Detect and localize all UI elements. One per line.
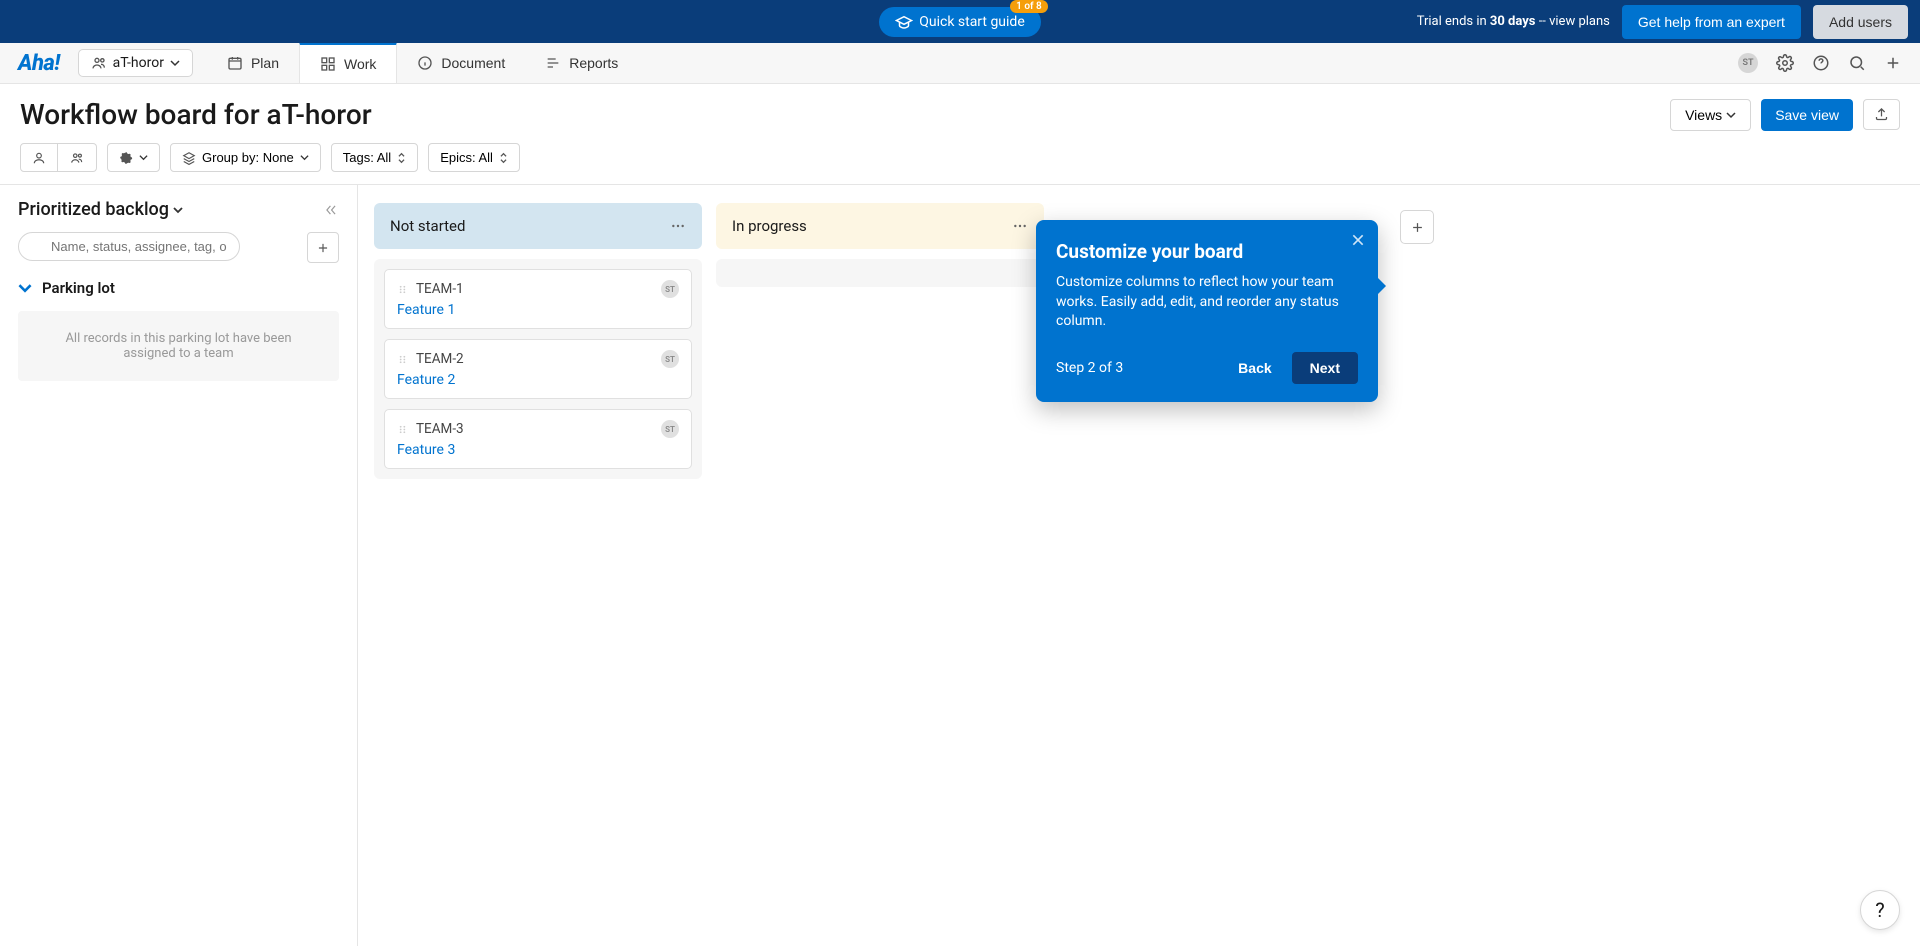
plus-icon <box>1410 220 1425 235</box>
backlog-search-input[interactable] <box>18 232 240 261</box>
close-icon[interactable] <box>1350 232 1366 248</box>
chevron-down-icon <box>173 205 183 215</box>
onboarding-popover: Customize your board Customize columns t… <box>1036 220 1378 402</box>
chevron-down-icon <box>139 153 148 162</box>
group-by-button[interactable]: Group by: None <box>170 143 321 172</box>
calendar-icon <box>227 55 243 71</box>
sort-icon <box>397 152 406 164</box>
page-title: Workflow board for aT-horor <box>20 98 372 131</box>
column-header-not-started[interactable]: Not started <box>374 203 702 249</box>
chevron-down-icon <box>170 58 180 68</box>
settings-icon[interactable] <box>1776 54 1794 72</box>
popover-title: Customize your board <box>1056 240 1358 263</box>
drag-icon <box>397 284 408 295</box>
trial-text[interactable]: Trial ends in 30 days -- view plans <box>1417 14 1610 29</box>
card-avatar: ST <box>661 420 679 438</box>
card-avatar: ST <box>661 350 679 368</box>
team-name: aT-horor <box>113 55 164 71</box>
card-team: TEAM-2 <box>416 351 464 367</box>
logo[interactable]: Aha! <box>18 51 60 76</box>
assignee-filter-button[interactable] <box>20 143 58 172</box>
quickstart-guide-button[interactable]: Quick start guide 1 of 8 <box>879 7 1041 37</box>
column-body-empty[interactable] <box>716 259 1044 287</box>
navbar: Aha! aT-horor Plan Work Document Reports… <box>0 43 1920 84</box>
people-icon <box>69 151 85 165</box>
content: Prioritized backlog Parking lot All reco… <box>0 184 1920 946</box>
top-banner: Quick start guide 1 of 8 Trial ends in 3… <box>0 0 1920 43</box>
plus-icon[interactable] <box>1884 54 1902 72</box>
quickstart-badge: 1 of 8 <box>1010 0 1048 13</box>
popover-step: Step 2 of 3 <box>1056 360 1123 376</box>
reports-icon <box>545 55 561 71</box>
gear-icon <box>119 151 133 165</box>
card-feature-link[interactable]: Feature 2 <box>397 372 455 388</box>
user-avatar[interactable]: ST <box>1738 53 1758 73</box>
people-icon <box>91 55 107 71</box>
parking-lot-empty: All records in this parking lot have bee… <box>18 311 339 381</box>
plus-icon <box>316 241 330 255</box>
add-column-button[interactable] <box>1400 210 1434 244</box>
card-team: TEAM-3 <box>416 421 464 437</box>
toolbar: Group by: None Tags: All Epics: All <box>20 143 1900 184</box>
card[interactable]: TEAM-3 ST Feature 3 <box>384 409 692 469</box>
settings-button[interactable] <box>107 143 160 172</box>
collapse-icon[interactable] <box>323 203 339 217</box>
tab-document[interactable]: Document <box>397 43 525 84</box>
board: Not started TEAM-1 ST Feature 1 <box>358 185 1920 946</box>
tab-work[interactable]: Work <box>299 42 397 83</box>
card-feature-link[interactable]: Feature 1 <box>397 302 455 318</box>
card-feature-link[interactable]: Feature 3 <box>397 442 455 458</box>
card[interactable]: TEAM-1 ST Feature 1 <box>384 269 692 329</box>
card-team: TEAM-1 <box>416 281 464 297</box>
parking-lot-header[interactable]: Parking lot <box>18 279 339 297</box>
column-menu-icon[interactable] <box>670 218 686 234</box>
graduation-cap-icon <box>895 13 913 31</box>
person-icon <box>32 151 46 165</box>
get-expert-button[interactable]: Get help from an expert <box>1622 5 1801 39</box>
next-button[interactable]: Next <box>1292 352 1358 384</box>
column-not-started: Not started TEAM-1 ST Feature 1 <box>374 203 702 479</box>
share-icon <box>1874 107 1889 122</box>
tags-filter-button[interactable]: Tags: All <box>331 143 418 172</box>
drag-icon <box>397 354 408 365</box>
sidebar: Prioritized backlog Parking lot All reco… <box>0 185 358 946</box>
card[interactable]: TEAM-2 ST Feature 2 <box>384 339 692 399</box>
team-filter-button[interactable] <box>58 143 97 172</box>
popover-body: Customize columns to reflect how your te… <box>1056 273 1358 332</box>
topbar-right: Trial ends in 30 days -- view plans Get … <box>1417 5 1908 39</box>
column-in-progress: In progress <box>716 203 1044 287</box>
tab-plan[interactable]: Plan <box>207 43 299 84</box>
add-backlog-button[interactable] <box>307 232 339 263</box>
team-selector[interactable]: aT-horor <box>78 49 193 77</box>
tab-reports[interactable]: Reports <box>525 43 638 84</box>
views-dropdown[interactable]: Views <box>1670 99 1751 131</box>
quickstart-label: Quick start guide <box>919 14 1025 30</box>
page-header: Workflow board for aT-horor Views Save v… <box>0 84 1920 184</box>
drag-icon <box>397 424 408 435</box>
help-float-button[interactable]: ? <box>1860 890 1900 930</box>
add-users-button[interactable]: Add users <box>1813 5 1908 39</box>
sidebar-title[interactable]: Prioritized backlog <box>18 199 183 220</box>
card-avatar: ST <box>661 280 679 298</box>
sort-icon <box>499 152 508 164</box>
column-menu-icon[interactable] <box>1012 218 1028 234</box>
nav-right: ST <box>1738 53 1902 73</box>
column-header-in-progress[interactable]: In progress <box>716 203 1044 249</box>
board-icon <box>320 56 336 72</box>
chevron-down-icon <box>300 153 309 162</box>
info-icon <box>417 55 433 71</box>
chevron-down-icon <box>18 281 32 295</box>
chevron-down-icon <box>1726 110 1736 120</box>
epics-filter-button[interactable]: Epics: All <box>428 143 520 172</box>
layers-icon <box>182 151 196 165</box>
help-icon[interactable] <box>1812 54 1830 72</box>
save-view-button[interactable]: Save view <box>1761 99 1853 131</box>
share-button[interactable] <box>1863 99 1900 130</box>
back-button[interactable]: Back <box>1226 352 1283 384</box>
search-icon[interactable] <box>1848 54 1866 72</box>
title-actions: Views Save view <box>1670 99 1900 131</box>
